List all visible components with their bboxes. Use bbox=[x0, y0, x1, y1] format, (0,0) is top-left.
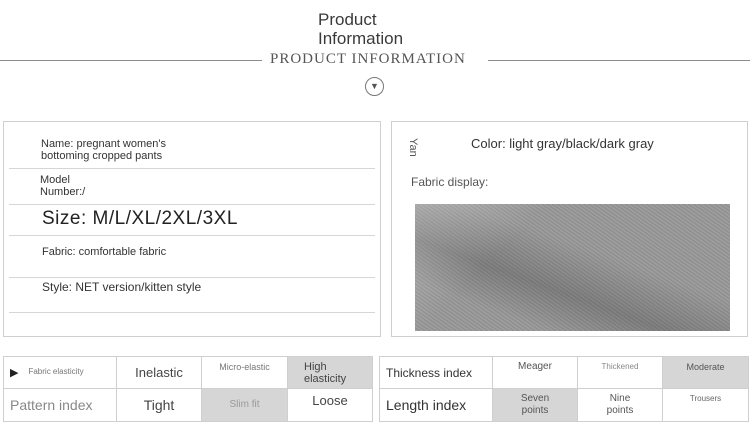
chevron-down-circle-icon[interactable]: ▼ bbox=[365, 77, 384, 96]
elasticity-option-inelastic[interactable]: Inelastic bbox=[116, 356, 202, 389]
subtitle-row: PRODUCT INFORMATION bbox=[0, 50, 750, 70]
index-table-right: Thickness index Meager Thickened Moderat… bbox=[379, 356, 749, 422]
row-divider bbox=[9, 277, 375, 278]
pattern-option-loose[interactable]: Loose bbox=[287, 388, 373, 422]
elasticity-option-micro-elastic[interactable]: Micro-elastic bbox=[201, 356, 288, 389]
model-number: Model Number:/ bbox=[40, 174, 85, 198]
divider-right bbox=[488, 60, 750, 61]
thickness-option-meager[interactable]: Meager bbox=[492, 356, 578, 389]
fabric-swatch-image bbox=[415, 204, 730, 331]
model-line-2: Number:/ bbox=[40, 186, 86, 198]
divider-left bbox=[0, 60, 262, 61]
product-name: Name: pregnant women's bottoming cropped… bbox=[41, 138, 166, 162]
fabric-info: Fabric: comfortable fabric bbox=[42, 246, 167, 258]
thickness-option-moderate[interactable]: Moderate bbox=[662, 356, 749, 389]
page-title: Product Information bbox=[318, 10, 403, 48]
elasticity-label: Fabric elasticity bbox=[28, 367, 84, 377]
index-table-left: ▶ Fabric elasticity Inelastic Micro-elast… bbox=[3, 356, 373, 422]
row-divider bbox=[9, 168, 375, 169]
triangle-right-icon: ▶ bbox=[10, 366, 19, 379]
style-info: Style: NET version/kitten style bbox=[42, 280, 202, 294]
model-line-1: Model bbox=[40, 174, 70, 186]
length-option-nine-points-text: Nine points bbox=[606, 393, 634, 416]
thickness-label: Thickness index bbox=[379, 356, 493, 389]
size-info: Size: M/L/XL/2XL/3XL bbox=[42, 208, 238, 229]
length-option-nine-points[interactable]: Nine points bbox=[577, 388, 663, 422]
vertical-brand-text: Yan bbox=[407, 138, 419, 157]
fabric-panel: Yan Color: light gray/black/dark gray Fa… bbox=[391, 121, 748, 337]
length-label: Length index bbox=[379, 388, 493, 422]
elasticity-label-cell: ▶ Fabric elasticity bbox=[3, 356, 117, 389]
product-name-line-1: Name: pregnant women's bbox=[41, 138, 166, 150]
fabric-display-label: Fabric display: bbox=[411, 175, 489, 189]
row-divider bbox=[9, 235, 375, 236]
title-line-1: Product bbox=[318, 10, 377, 29]
title-line-2: Information bbox=[318, 29, 404, 48]
pattern-option-slim-fit[interactable]: Slim fit bbox=[201, 388, 288, 422]
pattern-option-tight[interactable]: Tight bbox=[116, 388, 202, 422]
length-option-seven-points-text: Seven points bbox=[520, 393, 550, 416]
color-info: Color: light gray/black/dark gray bbox=[471, 136, 654, 151]
length-option-seven-points[interactable]: Seven points bbox=[492, 388, 578, 422]
length-option-trousers[interactable]: Trousers bbox=[662, 388, 749, 422]
row-divider bbox=[9, 312, 375, 313]
elasticity-option-high[interactable]: High elasticity bbox=[287, 356, 373, 389]
thickness-option-thickened[interactable]: Thickened bbox=[577, 356, 663, 389]
row-divider bbox=[9, 204, 375, 205]
product-info-panel: Name: pregnant women's bottoming cropped… bbox=[3, 121, 381, 337]
subtitle: PRODUCT INFORMATION bbox=[270, 51, 466, 67]
product-name-line-2: bottoming cropped pants bbox=[41, 150, 163, 162]
pattern-label: Pattern index bbox=[3, 388, 117, 422]
